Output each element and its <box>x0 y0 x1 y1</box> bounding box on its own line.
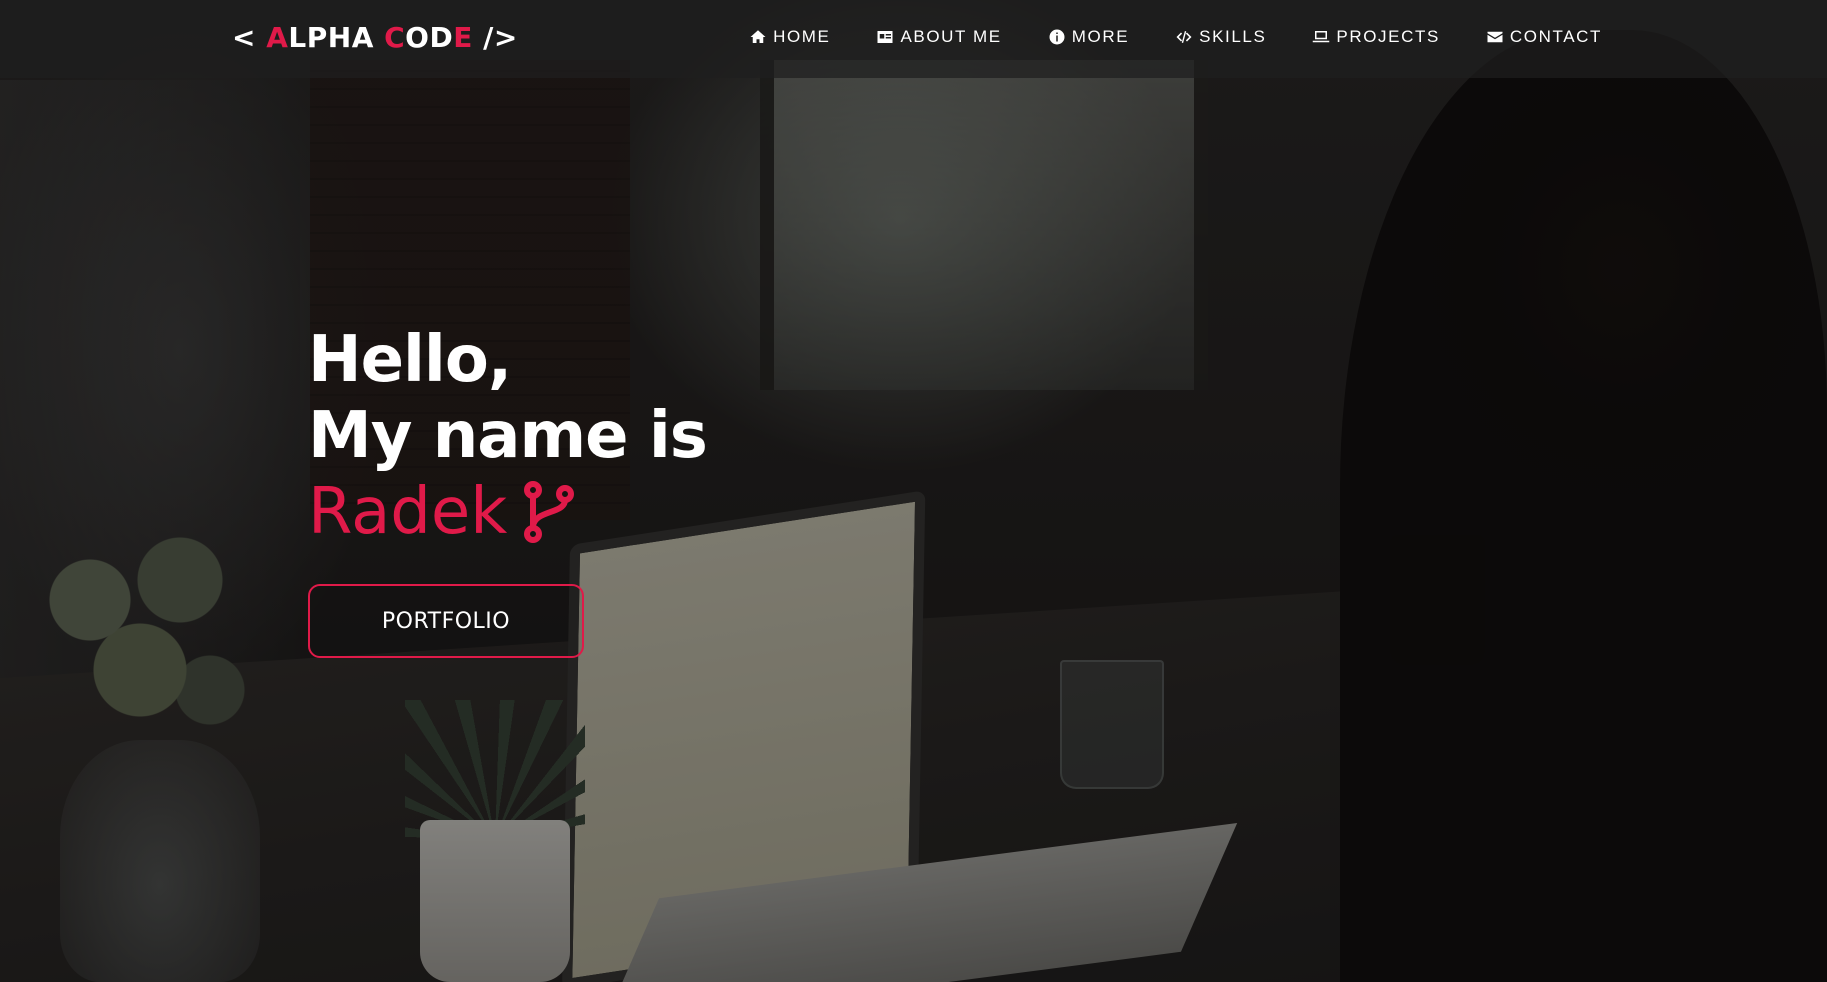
brand-code-last: E <box>453 21 473 54</box>
main-nav: HOME ABOUT ME MORE SKILLS PROJECTS CONTA… <box>749 27 1602 47</box>
envelope-icon <box>1486 28 1504 46</box>
nav-item-label: HOME <box>773 27 831 46</box>
nav-item-projects[interactable]: PROJECTS <box>1312 27 1439 47</box>
nav-item-skills[interactable]: SKILLS <box>1175 27 1266 47</box>
nav-item-label: CONTACT <box>1509 27 1602 46</box>
brand-open-bracket: < <box>232 21 267 54</box>
brand-close-bracket: /> <box>472 21 518 54</box>
info-circle-icon <box>1048 28 1066 46</box>
laptop-icon <box>1312 28 1330 46</box>
hero-greeting: Hello, <box>308 323 512 397</box>
nav-item-label: ABOUT ME <box>900 27 1002 46</box>
brand-code-initial: C <box>384 21 406 54</box>
nav-item-more[interactable]: MORE <box>1048 27 1129 47</box>
code-icon <box>1175 28 1193 46</box>
nav-item-label: PROJECTS <box>1336 27 1440 46</box>
brand-alpha-rest: LPHA <box>288 21 385 54</box>
home-icon <box>749 28 767 46</box>
dark-overlay <box>0 0 1827 982</box>
brand-alpha-initial: A <box>266 21 289 54</box>
nav-item-label: MORE <box>1071 27 1130 46</box>
hero-name: Radek <box>308 475 508 549</box>
portfolio-button[interactable]: PORTFOLIO <box>308 584 584 658</box>
code-branch-icon <box>521 480 577 544</box>
hero-name-row: Radek <box>308 474 707 550</box>
nav-item-label: SKILLS <box>1199 27 1267 46</box>
nav-item-home[interactable]: HOME <box>749 27 830 47</box>
nav-item-contact[interactable]: CONTACT <box>1486 27 1602 47</box>
navbar: < ALPHA CODE /> HOME ABOUT ME MORE SKILL… <box>0 0 1827 78</box>
nav-item-about-me[interactable]: ABOUT ME <box>876 27 1001 47</box>
brand-logo[interactable]: < ALPHA CODE /> <box>232 21 518 54</box>
id-card-icon <box>876 28 894 46</box>
page: < ALPHA CODE /> HOME ABOUT ME MORE SKILL… <box>0 0 1827 982</box>
brand-code-middle: OD <box>405 21 454 54</box>
hero-intro: My name is <box>308 399 708 473</box>
hero-section: Hello, My name is Radek PORTFOLIO <box>308 322 708 658</box>
